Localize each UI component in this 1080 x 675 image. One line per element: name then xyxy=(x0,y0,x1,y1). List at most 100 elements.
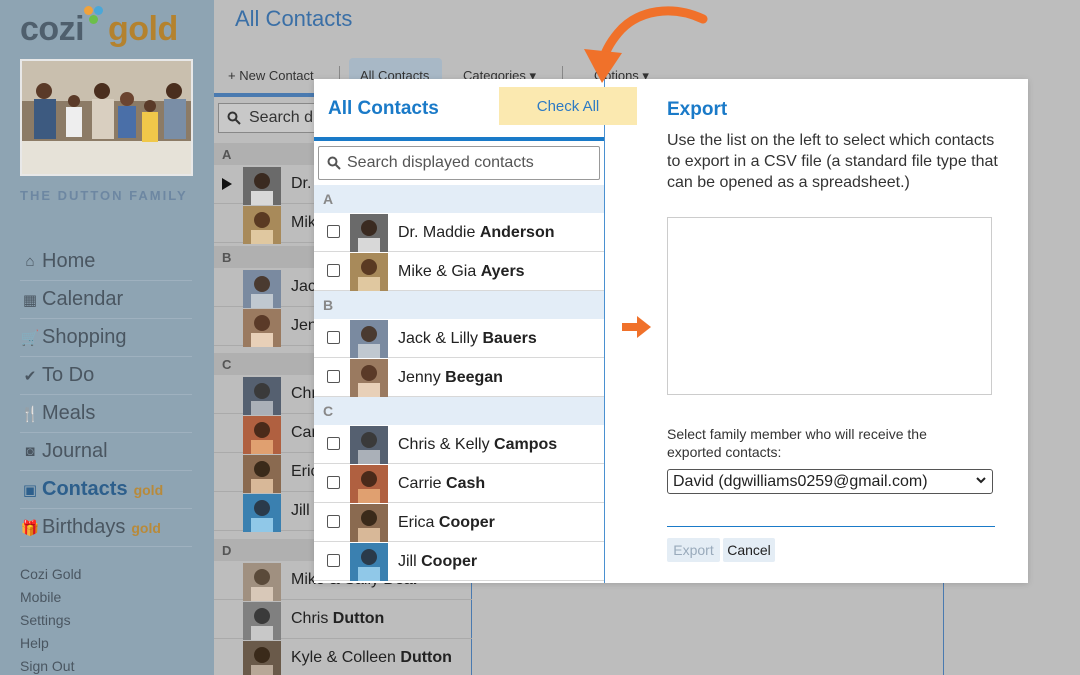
contact-row[interactable]: Jenny Beegan xyxy=(314,358,604,397)
contact-last-name: Dutton xyxy=(332,610,385,627)
avatar xyxy=(243,309,281,347)
divider xyxy=(943,583,944,675)
export-button[interactable]: Export xyxy=(667,538,720,562)
nav-item-birthdays[interactable]: 🎁 Birthdays gold xyxy=(20,509,192,547)
footer-link-mobile[interactable]: Mobile xyxy=(20,589,61,605)
chevron-down-icon xyxy=(976,477,986,484)
contact-row[interactable]: Chris & Kelly Campos xyxy=(314,425,604,464)
contact-checkbox[interactable] xyxy=(327,554,340,567)
address-book-icon: ▣ xyxy=(22,481,38,499)
nav-item-journal[interactable]: ◙ Journal xyxy=(20,433,192,471)
contact-row[interactable]: Dr. Maddie Anderson xyxy=(314,213,604,252)
family-member-selected: David (dgwilliams0259@gmail.com) xyxy=(673,473,928,490)
check-icon: ✔ xyxy=(23,367,37,385)
family-photo[interactable] xyxy=(20,59,193,176)
logo-dot-icon xyxy=(89,15,98,24)
contact-checkbox[interactable] xyxy=(327,437,340,450)
avatar xyxy=(350,359,388,397)
avatar xyxy=(243,494,281,532)
background-contact-row[interactable]: Kyle & Colleen Dutton xyxy=(214,639,472,675)
nav-item-label: Contacts xyxy=(42,478,128,500)
nav-item-contacts[interactable]: ▣ Contacts gold xyxy=(20,471,192,509)
letter-header: B xyxy=(314,291,604,319)
footer-link-help[interactable]: Help xyxy=(20,635,49,651)
contact-checkbox[interactable] xyxy=(327,331,340,344)
contact-checkbox[interactable] xyxy=(327,370,340,383)
check-all-button[interactable]: Check All xyxy=(499,87,637,125)
background-contact-name: Dr. xyxy=(291,175,311,193)
play-icon xyxy=(222,178,232,190)
export-dialog: All Contacts A Dr. Maddie Anderson Mike & … xyxy=(314,79,1028,583)
nav-item-label: Journal xyxy=(42,440,108,462)
footer-link-cozi-gold[interactable]: Cozi Gold xyxy=(20,566,81,582)
contact-checkbox[interactable] xyxy=(327,225,340,238)
nav-item-home[interactable]: ⌂ Home xyxy=(20,243,192,281)
arrow-right-icon xyxy=(622,316,651,338)
gift-icon: 🎁 xyxy=(20,519,40,537)
letter-header: C xyxy=(314,397,604,425)
avatar xyxy=(350,465,388,503)
contact-row[interactable]: Jill Cooper xyxy=(314,542,604,581)
contact-last-name: Campos xyxy=(494,436,558,453)
background-search-input[interactable]: Search di xyxy=(218,103,318,133)
contact-last-name: Bauers xyxy=(482,330,537,347)
camera-icon: ◙ xyxy=(25,443,35,460)
nav-item-label: To Do xyxy=(42,364,95,386)
contact-row[interactable]: Carrie Cash xyxy=(314,464,604,503)
background-contact-name: Chr xyxy=(291,385,317,403)
contact-pane-title: All Contacts xyxy=(328,98,439,119)
contact-first-name: Jenny xyxy=(398,369,446,386)
background-contact-name: Chris Dutton xyxy=(291,610,384,628)
cozi-gold-logo[interactable]: cozi gold xyxy=(20,6,210,50)
avatar xyxy=(350,253,388,291)
background-search-placeholder: Search di xyxy=(249,109,317,126)
footer-link-sign-out[interactable]: Sign Out xyxy=(20,658,74,674)
contact-search-field[interactable] xyxy=(318,146,600,180)
contact-row[interactable]: Mike & Gia Ayers xyxy=(314,252,604,291)
search-icon xyxy=(327,156,341,170)
annotation-arrow-icon xyxy=(584,6,708,83)
contact-first-name: Kyle & Colleen xyxy=(291,649,401,666)
contact-first-name: Car xyxy=(291,424,317,441)
nav-item-label: Home xyxy=(42,250,96,272)
contact-first-name: Chris & Kelly xyxy=(398,436,495,453)
divider xyxy=(667,526,995,527)
contact-checkbox[interactable] xyxy=(327,515,340,528)
contact-last-name: Beegan xyxy=(445,369,503,386)
logo-dot-icon xyxy=(84,6,93,15)
contact-search-input[interactable] xyxy=(347,152,595,174)
calendar-icon: ▦ xyxy=(22,291,38,309)
nav-item-to-do[interactable]: ✔ To Do xyxy=(20,357,192,395)
footer-link-settings[interactable]: Settings xyxy=(20,612,71,628)
export-description: Use the list on the left to select which… xyxy=(667,132,998,191)
background-contact-row[interactable]: Chris Dutton xyxy=(214,600,472,640)
search-icon xyxy=(227,111,241,125)
avatar xyxy=(243,602,281,640)
avatar xyxy=(350,426,388,464)
contact-checkbox[interactable] xyxy=(327,476,340,489)
contact-row[interactable]: Jack & Lilly Bauers xyxy=(314,319,604,358)
avatar xyxy=(243,416,281,454)
contact-checkbox[interactable] xyxy=(327,264,340,277)
contact-first-name: Erica xyxy=(398,514,439,531)
new-contact-button[interactable]: + New Contact xyxy=(228,68,314,83)
family-member-select[interactable]: David (dgwilliams0259@gmail.com) xyxy=(667,469,993,494)
gold-badge: gold xyxy=(131,519,161,536)
nav-item-label: Shopping xyxy=(42,326,127,348)
contact-first-name: Chris xyxy=(291,610,333,627)
avatar xyxy=(350,543,388,581)
nav-item-shopping[interactable]: 🛒 Shopping xyxy=(20,319,192,357)
nav-item-meals[interactable]: 🍴 Meals xyxy=(20,395,192,433)
contact-first-name: Dr. xyxy=(291,175,312,192)
contact-first-name: Mik xyxy=(291,214,316,231)
nav-item-calendar[interactable]: ▦ Calendar xyxy=(20,281,192,319)
contact-last-name: Cash xyxy=(446,475,486,492)
contact-row[interactable]: Erica Cooper xyxy=(314,503,604,542)
avatar xyxy=(243,563,281,601)
cancel-button[interactable]: Cancel xyxy=(723,538,775,562)
contact-last-name: Cooper xyxy=(421,553,478,570)
sidebar: cozi gold THE DUTTON FAMILY ⌂ Home ▦ Calend… xyxy=(0,0,214,675)
nav-item-label: Meals xyxy=(42,402,96,424)
avatar xyxy=(350,214,388,252)
contact-name: Dr. Maddie Anderson xyxy=(398,224,554,242)
